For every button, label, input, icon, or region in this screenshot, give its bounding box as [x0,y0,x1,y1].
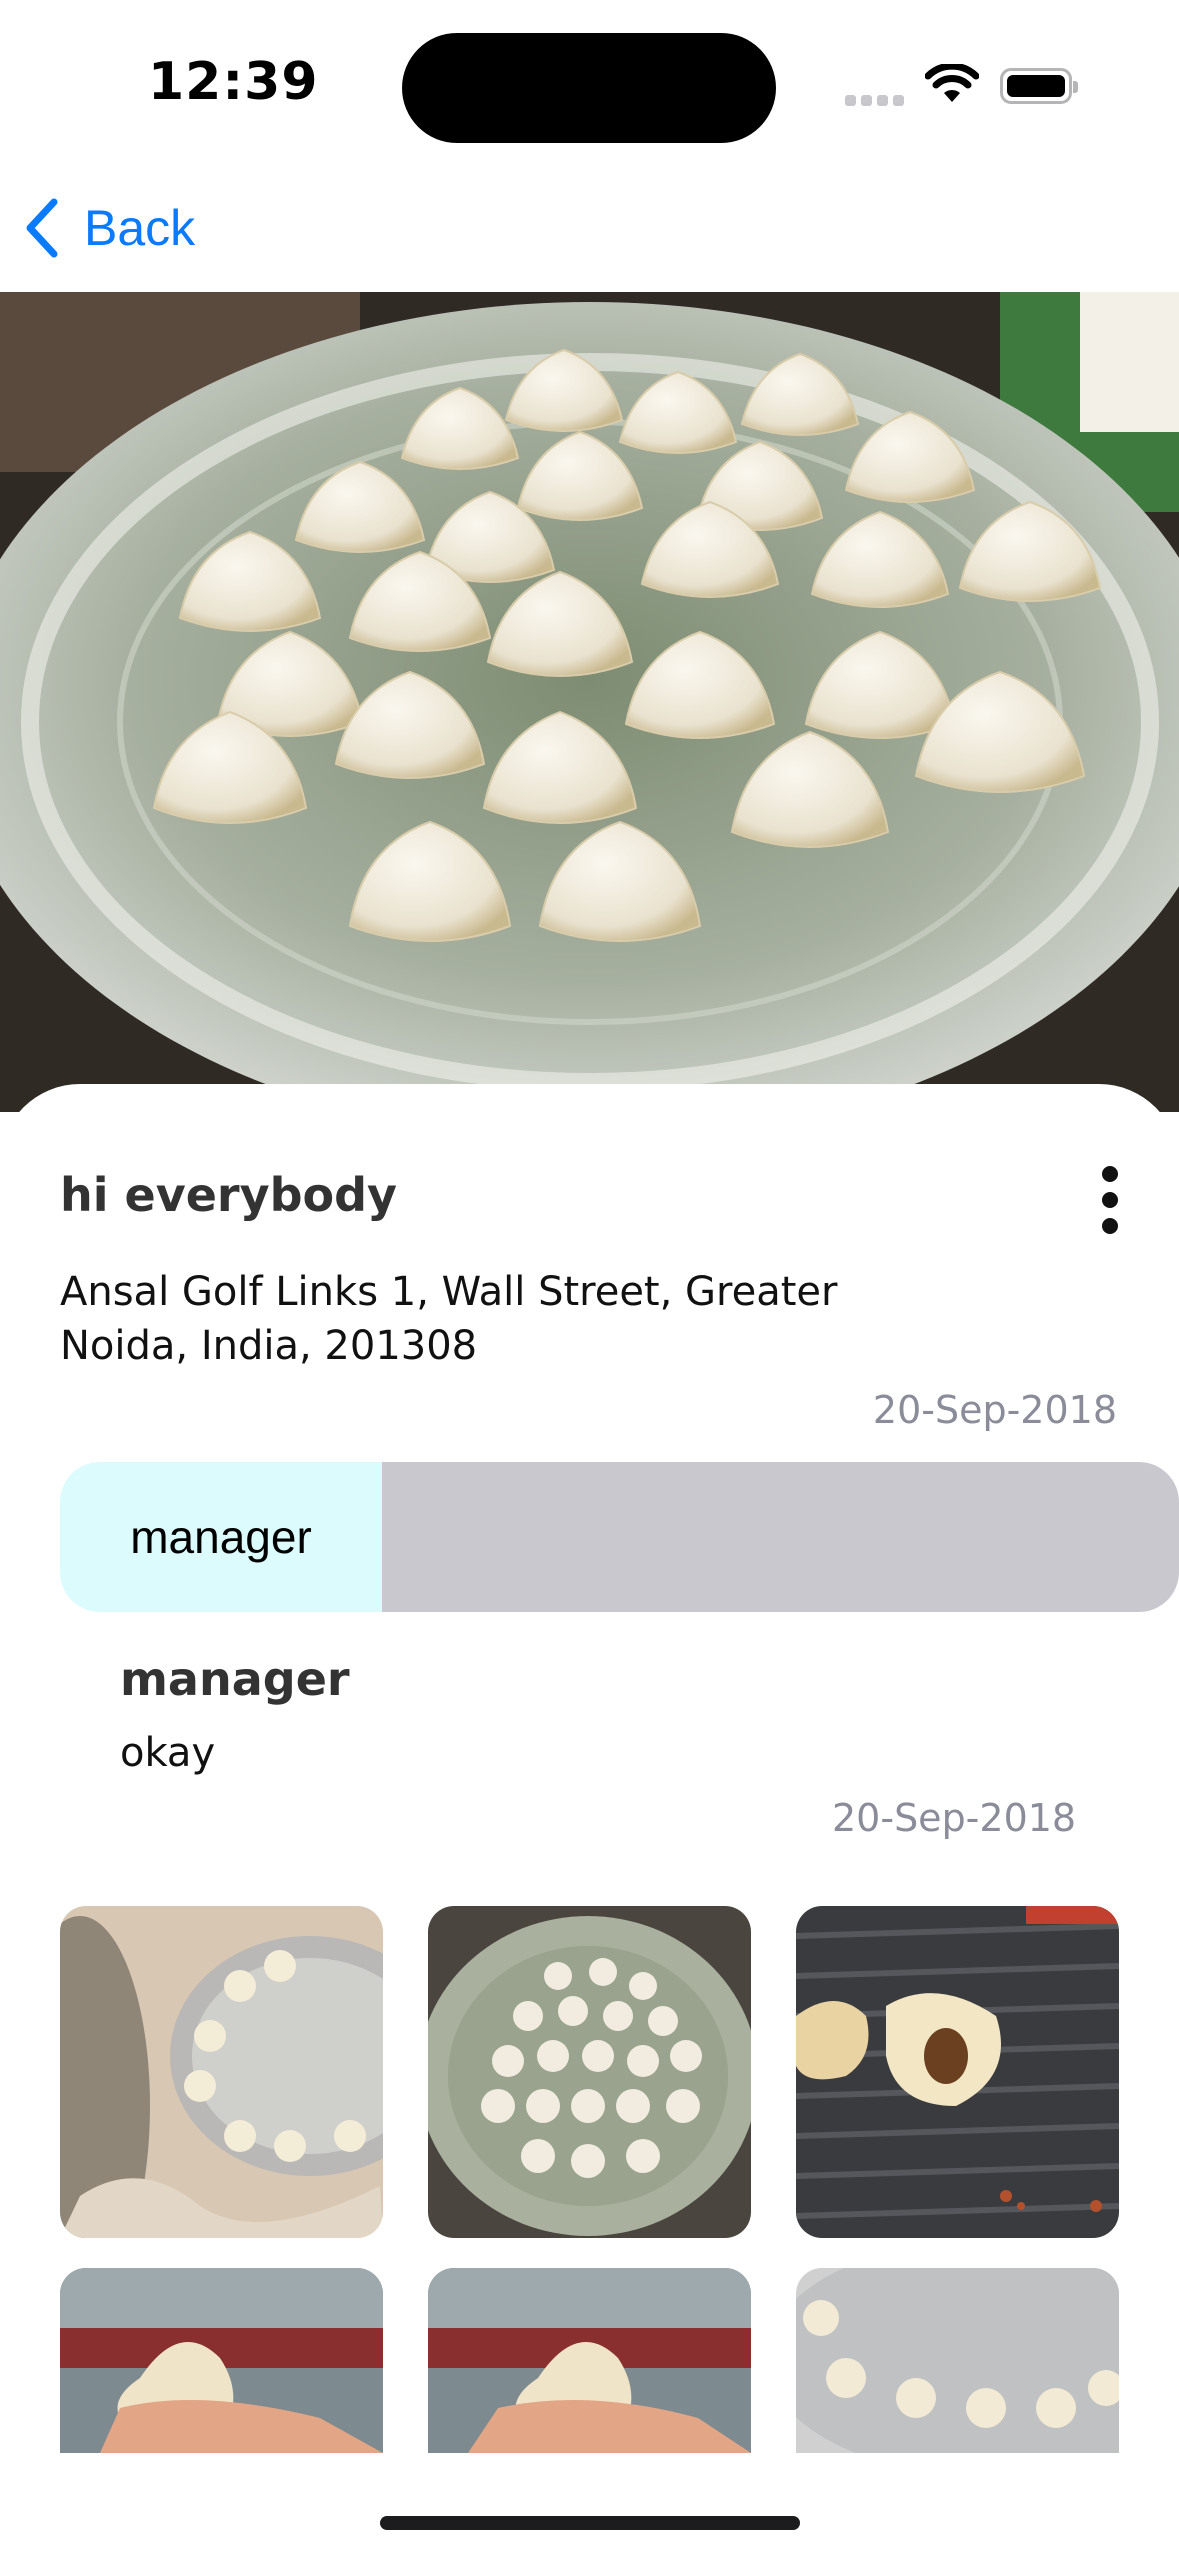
post-title: hi everybody [60,1168,398,1222]
comment-author: manager [120,1652,350,1706]
dynamic-island [402,33,776,143]
gallery-thumb[interactable] [796,1906,1119,2238]
more-vertical-icon[interactable] [1090,1160,1130,1240]
back-button[interactable]: Back [22,190,195,266]
role-tab-manager[interactable]: manager [60,1462,382,1612]
home-indicator [380,2516,800,2530]
post-date: 20-Sep-2018 [872,1388,1117,1432]
post-photo[interactable] [0,292,1179,1112]
status-time: 12:39 [148,52,319,112]
role-tab-track [382,1462,1179,1612]
gallery-thumb[interactable] [60,1906,383,2238]
back-label: Back [84,200,196,256]
comment-date: 20-Sep-2018 [832,1796,1077,1840]
wifi-icon [925,64,979,102]
back-chevron-icon [22,193,72,263]
post-address: Ansal Golf Links 1, Wall Street, Greater… [60,1269,838,1369]
role-tab-bar[interactable]: manager [60,1462,1179,1612]
gallery-thumb[interactable] [796,2268,1119,2453]
gallery-thumb[interactable] [428,2268,751,2453]
battery-icon [1000,68,1078,104]
gallery-thumb[interactable] [428,1906,751,2238]
signal-icon [845,95,905,109]
status-bar: 12:39 [0,0,1179,170]
comment-text: okay [120,1730,216,1776]
gallery-thumb[interactable] [60,2268,383,2453]
